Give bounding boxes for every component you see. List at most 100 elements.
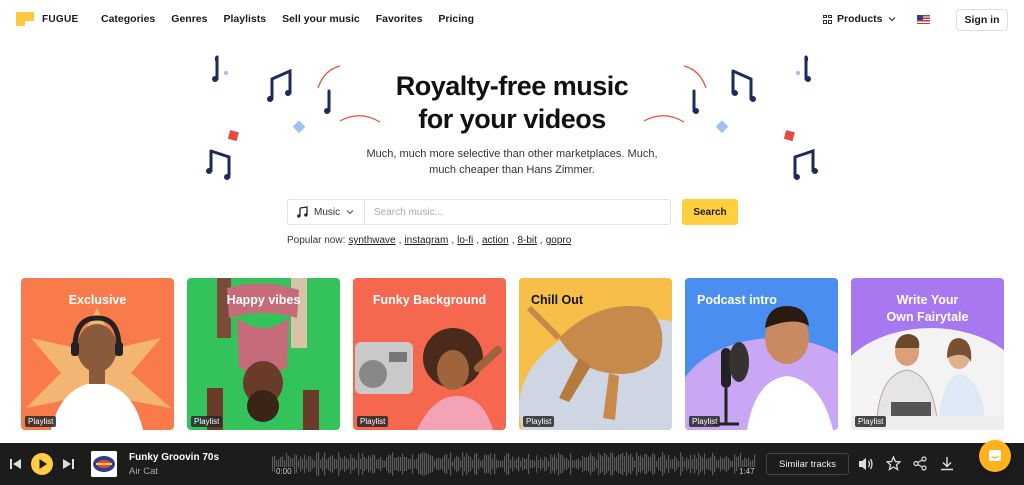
- track-title[interactable]: Funky Groovin 70s: [129, 452, 219, 463]
- track-cover-art[interactable]: [91, 451, 117, 477]
- waveform-bar: [360, 458, 362, 470]
- waveform-bar: [632, 457, 634, 471]
- waveform-bar: [718, 459, 720, 469]
- waveform-bar: [460, 460, 462, 468]
- waveform-bar: [488, 455, 490, 473]
- waveform-bar: [412, 454, 414, 474]
- waveform-bar: [392, 452, 394, 476]
- play-button[interactable]: [31, 453, 53, 475]
- playlist-card-funky-background[interactable]: Funky Background Playlist: [353, 278, 506, 430]
- waveform-bar: [712, 452, 714, 476]
- waveform-seekbar[interactable]: [272, 451, 756, 477]
- waveform-bar: [336, 459, 338, 469]
- search-type-dropdown[interactable]: Music: [288, 200, 365, 224]
- waveform-bar: [542, 460, 544, 468]
- waveform-bar: [722, 458, 724, 470]
- album-cover-image: [91, 451, 117, 477]
- waveform-bar: [346, 458, 348, 470]
- waveform-bar: [448, 458, 450, 470]
- waveform-bar: [536, 455, 538, 473]
- waveform-bar: [428, 454, 430, 474]
- waveform-bar: [672, 459, 674, 469]
- waveform-bar: [406, 457, 408, 471]
- similar-tracks-button[interactable]: Similar tracks: [766, 453, 849, 475]
- search-button[interactable]: Search: [682, 199, 738, 225]
- waveform-bar: [522, 457, 524, 471]
- playlist-card-exclusive[interactable]: Exclusive Playlist: [21, 278, 174, 430]
- waveform-bar: [658, 457, 660, 471]
- waveform-bar: [510, 459, 512, 469]
- waveform-bar: [648, 456, 650, 472]
- waveform-bar: [444, 454, 446, 474]
- hero-title-line2: for your videos: [418, 104, 606, 134]
- waveform-bar: [728, 458, 730, 470]
- waveform-bar: [544, 456, 546, 472]
- waveform-bar: [584, 457, 586, 471]
- total-time: 1:47: [738, 467, 756, 476]
- playlist-card-happy-vibes[interactable]: Happy vibes Playlist: [187, 278, 340, 430]
- waveform-bar: [490, 453, 492, 475]
- popular-tag[interactable]: 8-bit: [517, 235, 536, 246]
- playlist-card-podcast-intro[interactable]: Podcast intro Playlist: [685, 278, 838, 430]
- popular-label: Popular now:: [287, 235, 346, 246]
- waveform-bar: [622, 452, 624, 476]
- popular-tag[interactable]: action: [482, 235, 509, 246]
- waveform-bar: [316, 452, 318, 476]
- waveform-bar: [638, 456, 640, 472]
- waveform-bar: [704, 453, 706, 475]
- waveform-bar: [578, 458, 580, 470]
- download-icon[interactable]: [940, 456, 954, 471]
- waveform-bar: [450, 452, 452, 476]
- waveform-bar: [528, 453, 530, 475]
- popular-tag[interactable]: gopro: [546, 235, 572, 246]
- waveform-bar: [440, 459, 442, 469]
- share-icon[interactable]: [913, 456, 927, 471]
- waveform-bar: [674, 456, 676, 472]
- card-title: Funky Background: [372, 293, 487, 307]
- waveform-bar: [618, 454, 620, 474]
- waveform-bar: [382, 460, 384, 468]
- star-icon[interactable]: [886, 456, 901, 471]
- chevron-down-icon: [346, 210, 354, 215]
- waveform-bar: [500, 460, 502, 468]
- waveform-bar: [692, 458, 694, 470]
- current-time: 0:00: [275, 467, 293, 476]
- waveform-bar: [422, 452, 424, 476]
- waveform-bar: [664, 455, 666, 473]
- volume-icon[interactable]: [858, 457, 874, 471]
- waveform-bar: [592, 456, 594, 472]
- playlist-cards: Exclusive Playlist Happy vibes Playlist …: [21, 278, 1004, 430]
- waveform-bar: [534, 460, 536, 468]
- playlist-card-chill-out[interactable]: Chill Out Playlist: [519, 278, 672, 430]
- hero-title: Royalty-free music for your videos: [0, 70, 1024, 136]
- waveform-bar: [624, 456, 626, 472]
- waveform-bar: [702, 457, 704, 471]
- waveform-bar: [572, 460, 574, 468]
- waveform-bar: [662, 452, 664, 476]
- previous-track-icon[interactable]: [10, 459, 21, 469]
- waveform-bar: [574, 460, 576, 468]
- playlist-badge: Playlist: [357, 416, 389, 427]
- waveform-bar: [332, 454, 334, 474]
- chat-widget-button[interactable]: [979, 440, 1011, 472]
- search-input[interactable]: [365, 206, 670, 218]
- waveform-bar: [580, 460, 582, 468]
- waveform-bar: [296, 455, 298, 473]
- waveform-bar: [318, 452, 320, 476]
- popular-tag[interactable]: instagram: [404, 235, 448, 246]
- playlist-badge: Playlist: [855, 416, 887, 427]
- playlist-card-write-your-own-fairytale[interactable]: Write Your Own Fairytale Playlist: [851, 278, 1004, 430]
- track-artist[interactable]: Air Cat: [129, 466, 158, 477]
- popular-tag[interactable]: lo-fi: [457, 235, 473, 246]
- waveform-bar: [684, 460, 686, 468]
- waveform-bar: [530, 459, 532, 469]
- waveform-bar: [390, 455, 392, 473]
- popular-tag[interactable]: synthwave: [348, 235, 395, 246]
- next-track-icon[interactable]: [63, 459, 74, 469]
- waveform-bar: [400, 457, 402, 471]
- waveform-bar: [540, 457, 542, 471]
- waveform-bar: [714, 455, 716, 473]
- waveform-bar: [706, 459, 708, 469]
- waveform-bar: [306, 459, 308, 469]
- card-title: Podcast intro: [697, 293, 777, 307]
